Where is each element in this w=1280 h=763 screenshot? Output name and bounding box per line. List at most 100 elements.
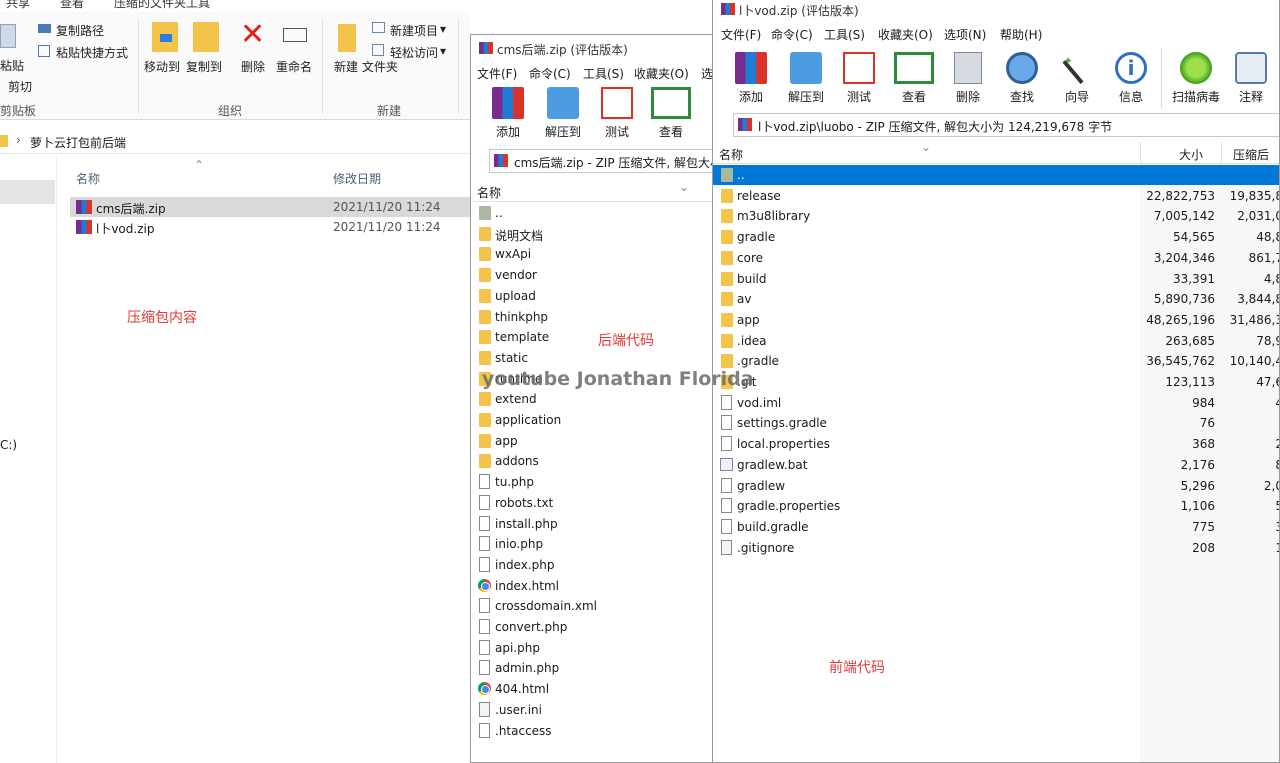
menu-help[interactable]: 帮助(H) — [1000, 26, 1042, 43]
list-item[interactable]: cms后端.zip 2021/11/20 11:24 — [70, 197, 470, 217]
menu-file[interactable]: 文件(F) — [477, 65, 517, 82]
menu-favorites[interactable]: 收藏夹(O) — [634, 65, 689, 82]
test-button[interactable]: 测试 — [833, 48, 885, 110]
list-item[interactable]: vendor — [471, 265, 719, 285]
list-item[interactable]: av 5,890,736 3,844,8 — [713, 289, 1279, 309]
column-header-modified[interactable]: 修改日期 — [333, 170, 381, 187]
menu-options[interactable]: 选项(N) — [944, 26, 986, 43]
column-header-name[interactable]: 名称 — [76, 170, 100, 187]
list-item[interactable]: gradle 54,565 48,8 — [713, 227, 1279, 247]
list-item[interactable]: .. — [713, 165, 1279, 185]
menu-tools[interactable]: 工具(S) — [824, 26, 865, 43]
list-item[interactable]: .htaccess — [471, 721, 719, 741]
title-bar[interactable]: cms后端.zip (评估版本) — [471, 35, 719, 61]
breadcrumb[interactable]: 萝卜云打包前后端 — [30, 134, 126, 151]
list-item[interactable]: local.properties 3682 — [713, 434, 1279, 454]
list-item[interactable]: gradle.properties 1,1065 — [713, 496, 1279, 516]
info-button[interactable]: i 信息 — [1105, 48, 1157, 110]
find-button[interactable]: 查找 — [996, 48, 1048, 110]
list-item[interactable]: tu.php — [471, 472, 719, 492]
list-item[interactable]: release 22,822,753 19,835,8 — [713, 186, 1279, 206]
list-item[interactable]: vod.iml 9844 — [713, 393, 1279, 413]
list-item[interactable]: .git123,11347,6 — [713, 372, 1279, 392]
list-item[interactable]: install.php — [471, 514, 719, 534]
address-bar[interactable]: › 萝卜云打包前后端 — [0, 128, 470, 154]
menu-tools[interactable]: 工具(S) — [583, 65, 624, 82]
move-to-button[interactable]: 移动到 — [144, 58, 180, 75]
list-item[interactable]: m3u8library 7,005,142 2,031,0 — [713, 206, 1279, 226]
chevron-down-icon[interactable]: ▾ — [440, 22, 446, 36]
comment-button[interactable]: 注释 — [1225, 48, 1277, 110]
list-item[interactable]: gradlew.bat 2,1768 — [713, 455, 1279, 475]
column-header-size[interactable]: 大小 — [1179, 146, 1203, 163]
list-item[interactable]: .user.ini — [471, 700, 719, 720]
menu-favorites[interactable]: 收藏夹(O) — [878, 26, 933, 43]
paste-shortcut-button[interactable]: 粘贴快捷方式 — [56, 44, 128, 61]
menu-command[interactable]: 命令(C) — [529, 65, 571, 82]
list-item[interactable]: index.php — [471, 555, 719, 575]
wizard-button[interactable]: ✦ 向导 — [1051, 48, 1103, 110]
menu-file[interactable]: 文件(F) — [721, 26, 761, 43]
extract-to-button[interactable]: 解压到 — [780, 48, 832, 110]
add-button[interactable]: 添加 — [725, 48, 777, 110]
list-item[interactable]: build 33,391 4,8 — [713, 269, 1279, 289]
list-item[interactable]: .. — [471, 203, 719, 223]
column-header-name[interactable]: 名称 — [477, 184, 501, 201]
nav-selected-item[interactable] — [0, 180, 55, 204]
copy-path-button[interactable]: 复制路径 — [56, 22, 104, 39]
list-item[interactable]: convert.php — [471, 617, 719, 637]
list-item[interactable]: 404.html — [471, 679, 719, 699]
extract-to-button[interactable]: 解压到 — [537, 83, 589, 145]
delete-button[interactable]: 删除 — [241, 58, 265, 75]
nav-drive-c[interactable]: C:) — [0, 438, 17, 452]
cut-button[interactable]: 剪切 — [8, 78, 32, 95]
tab-share[interactable]: 共享 — [6, 0, 30, 11]
item-packed-size: 2,0 — [1263, 478, 1279, 493]
list-item[interactable]: static — [471, 348, 719, 368]
list-item[interactable]: crossdomain.xml — [471, 596, 719, 616]
list-item[interactable]: inio.php — [471, 534, 719, 554]
delete-button[interactable]: 删除 — [942, 48, 994, 110]
list-item[interactable]: l卜vod.zip 2021/11/20 11:24 — [70, 217, 470, 237]
list-item[interactable]: wxApi — [471, 244, 719, 264]
list-item[interactable]: build.gradle 7753 — [713, 517, 1279, 537]
list-item[interactable]: admin.php — [471, 658, 719, 678]
list-item[interactable]: template — [471, 327, 719, 347]
list-item[interactable]: gradlew 5,296 2,0 — [713, 476, 1279, 496]
paste-icon[interactable] — [0, 24, 16, 48]
tab-compressed-tools[interactable]: 压缩的文件夹工具 — [114, 0, 210, 11]
menu-command[interactable]: 命令(C) — [771, 26, 813, 43]
archive-path-bar[interactable]: cms后端.zip - ZIP 压缩文件, 解包大小 — [489, 149, 719, 173]
list-item[interactable]: .gitignore 2081 — [713, 538, 1279, 558]
list-item[interactable]: thinkphp — [471, 307, 719, 327]
easy-access-button[interactable]: 轻松访问 — [390, 44, 438, 61]
list-item[interactable]: app — [471, 431, 719, 451]
view-button[interactable]: 查看 — [888, 48, 940, 110]
archive-path-bar[interactable]: l卜vod.zip\luobo - ZIP 压缩文件, 解包大小为 124,21… — [733, 113, 1279, 137]
list-item[interactable]: extend — [471, 389, 719, 409]
list-item[interactable]: api.php — [471, 638, 719, 658]
new-folder-button[interactable]: 新建 文件夹 — [334, 58, 398, 75]
virus-scan-button[interactable]: 扫描病毒 — [1170, 48, 1222, 110]
paste-button[interactable]: 粘贴 — [0, 57, 24, 74]
test-button[interactable]: 测试 — [591, 83, 643, 145]
view-button[interactable]: 查看 — [645, 83, 697, 145]
list-item[interactable]: .idea 263,685 78,9 — [713, 331, 1279, 351]
list-item[interactable]: core 3,204,346 861,7 — [713, 248, 1279, 268]
list-item[interactable]: settings.gradle 76 — [713, 413, 1279, 433]
add-button[interactable]: 添加 — [482, 83, 534, 145]
rename-button[interactable]: 重命名 — [276, 58, 312, 75]
list-item[interactable]: index.html — [471, 576, 719, 596]
list-item[interactable]: robots.txt — [471, 493, 719, 513]
new-item-button[interactable]: 新建项目 — [390, 22, 438, 39]
list-item[interactable]: .gradle 36,545,762 10,140,4 — [713, 351, 1279, 371]
chevron-down-icon[interactable]: ▾ — [440, 44, 446, 58]
column-header-name[interactable]: 名称 — [719, 146, 743, 163]
tab-view[interactable]: 查看 — [60, 0, 84, 11]
list-item[interactable]: addons — [471, 451, 719, 471]
list-item[interactable]: app 48,265,196 31,486,3 — [713, 310, 1279, 330]
list-item[interactable]: 说明文档 — [471, 224, 719, 244]
copy-to-button[interactable]: 复制到 — [186, 58, 222, 75]
list-item[interactable]: upload — [471, 286, 719, 306]
list-item[interactable]: application — [471, 410, 719, 430]
